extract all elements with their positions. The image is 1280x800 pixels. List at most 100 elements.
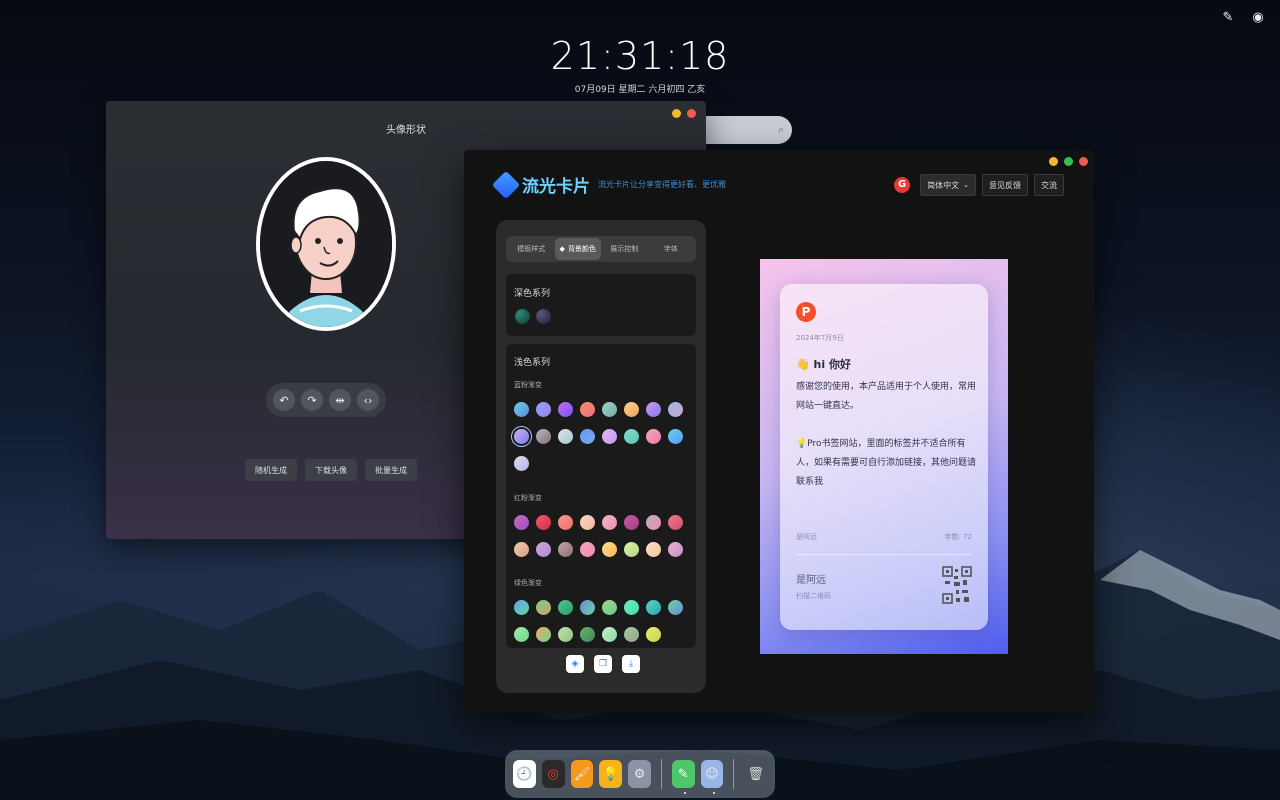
- system-tray: ✎ ◉: [1220, 10, 1266, 26]
- batch-generate-button[interactable]: 批量生成: [365, 459, 417, 481]
- user-icon[interactable]: ◉: [1250, 10, 1266, 26]
- color-swatch[interactable]: [646, 542, 661, 557]
- color-swatch[interactable]: [602, 402, 617, 417]
- color-swatch[interactable]: [536, 402, 551, 417]
- minimize-button[interactable]: [1049, 157, 1058, 166]
- copy-icon[interactable]: ❐: [594, 655, 612, 673]
- maximize-button[interactable]: [1064, 157, 1073, 166]
- color-swatch[interactable]: [536, 429, 551, 444]
- dock-trash-icon[interactable]: 🗑: [744, 760, 767, 788]
- close-button[interactable]: [1079, 157, 1088, 166]
- panel-actions: ◈ ❐ ⤓: [566, 655, 640, 673]
- github-icon[interactable]: G: [894, 177, 911, 193]
- color-swatch[interactable]: [668, 429, 683, 444]
- color-swatch[interactable]: [602, 627, 617, 642]
- color-swatch[interactable]: [646, 600, 661, 615]
- color-swatch[interactable]: [646, 515, 661, 530]
- chat-button[interactable]: 交流: [1034, 174, 1064, 196]
- brand-name: 流光卡片: [522, 177, 590, 197]
- tab-label: 背景颜色: [567, 245, 596, 253]
- color-swatch[interactable]: [624, 600, 639, 615]
- dock-avatar-app-icon[interactable]: ☺: [700, 760, 724, 794]
- pen-icon[interactable]: ✎: [1220, 10, 1236, 26]
- language-select[interactable]: 简体中文 ⌄: [920, 174, 976, 196]
- dock-clock-icon[interactable]: 🕘: [513, 760, 536, 788]
- color-swatch[interactable]: [624, 515, 639, 530]
- color-swatch[interactable]: [558, 402, 573, 417]
- color-swatch[interactable]: [602, 600, 617, 615]
- color-swatch[interactable]: [514, 515, 529, 530]
- color-swatch[interactable]: [558, 600, 573, 615]
- settings-tabs: 模板样式 ◆ 背景颜色 展示控制 字体: [506, 236, 696, 262]
- dock-paint-icon[interactable]: 🖌: [570, 760, 594, 788]
- random-generate-button[interactable]: 随机生成: [245, 459, 297, 481]
- color-swatch[interactable]: [646, 627, 661, 642]
- color-swatch[interactable]: [602, 542, 617, 557]
- color-swatch[interactable]: [536, 600, 551, 615]
- search-icon[interactable]: ⌕: [778, 123, 784, 137]
- color-swatch[interactable]: [668, 515, 683, 530]
- tab-font[interactable]: 字体: [648, 238, 695, 260]
- color-swatch[interactable]: [580, 600, 595, 615]
- flip-icon[interactable]: ⇹: [329, 389, 351, 411]
- color-swatch[interactable]: [602, 429, 617, 444]
- dock-bulb-icon[interactable]: 💡: [599, 760, 623, 788]
- search-bar[interactable]: ⌕: [700, 116, 792, 144]
- color-swatch[interactable]: [536, 627, 551, 642]
- section-title: 浅色系列: [514, 358, 551, 368]
- download-icon[interactable]: ⤓: [622, 655, 640, 673]
- avatar-toolbar: ↶ ↷ ⇹ ‹›: [266, 383, 386, 417]
- color-swatch[interactable]: [558, 627, 573, 642]
- color-swatch[interactable]: [668, 600, 683, 615]
- color-swatch[interactable]: [624, 542, 639, 557]
- color-swatch[interactable]: [514, 456, 529, 471]
- minimize-button[interactable]: [672, 109, 681, 118]
- color-swatch[interactable]: [536, 542, 551, 557]
- color-swatch[interactable]: [514, 542, 529, 557]
- window-controls: [1049, 157, 1088, 166]
- card-heading: 👋 hi 你好: [796, 358, 851, 371]
- close-button[interactable]: [687, 109, 696, 118]
- color-swatch[interactable]: [580, 515, 595, 530]
- color-swatch[interactable]: [646, 429, 661, 444]
- tab-background-color[interactable]: ◆ 背景颜色: [554, 238, 601, 260]
- color-swatch[interactable]: [580, 627, 595, 642]
- color-swatch[interactable]: [536, 309, 551, 324]
- running-indicator: [683, 792, 686, 794]
- color-swatch-selected[interactable]: [514, 429, 529, 444]
- color-swatch[interactable]: [624, 402, 639, 417]
- color-swatch[interactable]: [558, 515, 573, 530]
- eraser-icon[interactable]: ◈: [566, 655, 584, 673]
- color-swatch[interactable]: [515, 309, 530, 324]
- color-swatch[interactable]: [646, 402, 661, 417]
- dock-compass-icon[interactable]: ◎: [541, 760, 565, 788]
- window-controls: [672, 109, 696, 118]
- brand: 流光卡片 流光卡片让分享变得更好看、更优雅: [491, 170, 726, 199]
- feedback-button[interactable]: 意见反馈: [982, 174, 1028, 196]
- color-swatch[interactable]: [558, 429, 573, 444]
- color-swatch[interactable]: [536, 515, 551, 530]
- card-window: 流光卡片 流光卡片让分享变得更好看、更优雅 G 简体中文 ⌄ 意见反馈 交流 模板…: [464, 150, 1094, 713]
- undo-icon[interactable]: ↶: [273, 389, 295, 411]
- redo-icon[interactable]: ↷: [301, 389, 323, 411]
- dock-settings-icon[interactable]: ⚙: [628, 760, 651, 788]
- dock-separator: [660, 759, 662, 789]
- color-swatch[interactable]: [624, 627, 639, 642]
- card-preview: P 2024年7月9日 👋 hi 你好 感谢您的使用，本产品适用于个人使用，常用…: [760, 259, 1008, 654]
- download-avatar-button[interactable]: 下载头像: [305, 459, 357, 481]
- color-swatch[interactable]: [514, 600, 529, 615]
- color-swatch[interactable]: [580, 429, 595, 444]
- color-swatch[interactable]: [668, 402, 683, 417]
- color-swatch[interactable]: [668, 542, 683, 557]
- tab-display[interactable]: 展示控制: [601, 238, 648, 260]
- color-swatch[interactable]: [624, 429, 639, 444]
- dock-card-app-icon[interactable]: ✎: [671, 760, 695, 794]
- color-swatch[interactable]: [514, 402, 529, 417]
- color-swatch[interactable]: [514, 627, 529, 642]
- tab-template[interactable]: 模板样式: [508, 238, 555, 260]
- color-swatch[interactable]: [580, 542, 595, 557]
- color-swatch[interactable]: [602, 515, 617, 530]
- color-swatch[interactable]: [558, 542, 573, 557]
- code-icon[interactable]: ‹›: [357, 389, 379, 411]
- color-swatch[interactable]: [580, 402, 595, 417]
